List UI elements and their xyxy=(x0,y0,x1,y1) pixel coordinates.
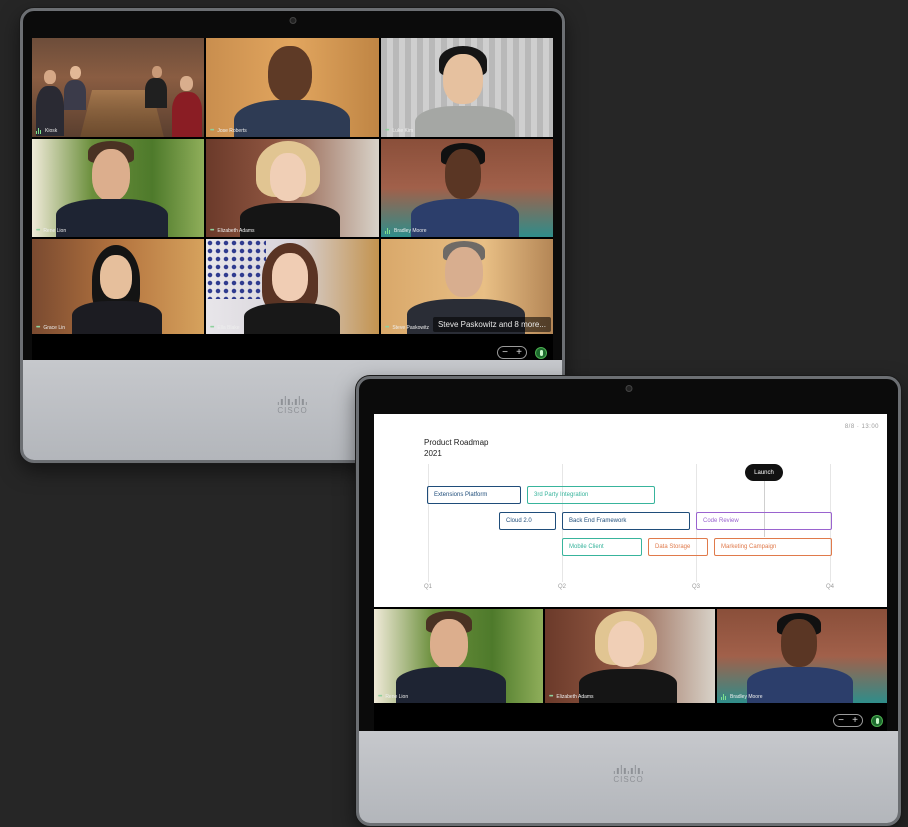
zoom-control[interactable]: − + xyxy=(497,346,527,359)
participant-video xyxy=(381,38,553,137)
video-tile-6[interactable]: Bradley Moore xyxy=(381,139,553,237)
speaking-indicator-icon xyxy=(385,228,390,234)
participant-name-tag: ••• Steve Paskowitz xyxy=(385,324,429,331)
video-tile-8[interactable]: ••• Ella Blake xyxy=(206,239,379,334)
participant-video xyxy=(545,609,715,703)
participant-video xyxy=(206,139,379,237)
video-tile-2[interactable]: ••• Jose Roberts xyxy=(206,38,379,137)
video-tile-5[interactable]: ••• Elizabeth Adams xyxy=(206,139,379,237)
more-options-icon[interactable]: ••• xyxy=(210,228,214,234)
roadmap-bar: Marketing Campaign xyxy=(714,538,832,556)
participant-name-tag: ••• Rene Lion xyxy=(378,693,409,700)
participant-name-tag: ••• Grace Lin xyxy=(36,324,65,331)
participant-name-tag: ••• Elizabeth Adams xyxy=(549,693,594,700)
participant-name-tag: ••• Jose Roberts xyxy=(210,127,247,134)
quarter-label-q3: Q3 xyxy=(691,584,701,590)
quarter-label-q2: Q2 xyxy=(557,584,567,590)
participant-name-tag: ••• Luke Kim xyxy=(385,127,414,134)
participant-video xyxy=(717,609,887,703)
minus-icon[interactable]: − xyxy=(838,715,844,726)
microphone-icon[interactable] xyxy=(535,346,547,359)
filmstrip-tile-1[interactable]: ••• Rene Lion xyxy=(374,609,543,703)
plus-icon[interactable]: + xyxy=(516,347,522,358)
gridline-q1 xyxy=(428,464,429,582)
participant-name-tag: ••• Elizabeth Adams xyxy=(210,227,255,234)
participant-group xyxy=(32,48,204,137)
call-controls: − + xyxy=(497,346,547,359)
more-options-icon[interactable]: ••• xyxy=(210,325,214,331)
call-controls: − + xyxy=(833,714,883,727)
participant-name-tag: Bradley Moore xyxy=(385,228,427,234)
more-options-icon[interactable]: ••• xyxy=(210,128,214,134)
camera-icon xyxy=(289,17,296,24)
cisco-bars-icon xyxy=(277,396,308,405)
participant-name-tag: Bradley Moore xyxy=(721,694,763,700)
participant-name-tag: ••• Ella Blake xyxy=(210,324,240,331)
launch-milestone: Launch xyxy=(745,464,783,481)
video-grid: Kiosk ••• Jose Roberts ••• Luke Kim ••• … xyxy=(32,38,553,363)
zoom-control[interactable]: − + xyxy=(833,714,863,727)
roadmap-bar: 3rd Party Integration xyxy=(527,486,655,504)
video-tile-4[interactable]: ••• Rene Lion xyxy=(32,139,204,237)
video-tile-7[interactable]: ••• Grace Lin xyxy=(32,239,204,334)
participant-video xyxy=(374,609,543,703)
filmstrip-tile-3[interactable]: Bradley Moore xyxy=(717,609,887,703)
more-options-icon[interactable]: ••• xyxy=(385,128,389,134)
more-options-icon[interactable]: ••• xyxy=(378,694,382,700)
cisco-wordmark: CISCO xyxy=(277,406,308,415)
participant-video xyxy=(32,139,204,237)
cisco-logo: CISCO xyxy=(277,396,308,415)
participant-video xyxy=(381,139,553,237)
speaker-grille: CISCO xyxy=(359,731,898,823)
device-bottom: 8/8 · 13:00 Product Roadmap 2021 Q1 Q2 Q… xyxy=(356,376,901,826)
speaking-indicator-icon xyxy=(36,128,41,134)
roadmap-bar: Code Review xyxy=(696,512,832,530)
speaking-indicator-icon xyxy=(721,694,726,700)
plus-icon[interactable]: + xyxy=(852,715,858,726)
roadmap-bar: Data Storage xyxy=(648,538,708,556)
quarter-label-q1: Q1 xyxy=(423,584,433,590)
overflow-participants-label[interactable]: Steve Paskowitz and 8 more... xyxy=(432,317,551,332)
shared-slide: 8/8 · 13:00 Product Roadmap 2021 Q1 Q2 Q… xyxy=(374,414,887,607)
participant-video xyxy=(206,38,379,137)
slide-page-number: 8/8 · 13:00 xyxy=(844,424,879,430)
more-options-icon[interactable]: ••• xyxy=(36,325,40,331)
cisco-wordmark: CISCO xyxy=(613,775,644,784)
quarter-label-q4: Q4 xyxy=(825,584,835,590)
video-tile-9[interactable]: ••• Steve Paskowitz Steve Paskowitz and … xyxy=(381,239,553,334)
minus-icon[interactable]: − xyxy=(502,347,508,358)
more-options-icon[interactable]: ••• xyxy=(36,228,40,234)
video-tile-3[interactable]: ••• Luke Kim xyxy=(381,38,553,137)
cisco-bars-icon xyxy=(613,765,644,774)
microphone-icon[interactable] xyxy=(871,714,883,727)
presentation-screen: 8/8 · 13:00 Product Roadmap 2021 Q1 Q2 Q… xyxy=(374,414,887,733)
camera-icon xyxy=(625,385,632,392)
more-options-icon[interactable]: ••• xyxy=(549,694,553,700)
participant-video xyxy=(32,239,204,334)
filmstrip-tile-2[interactable]: ••• Elizabeth Adams xyxy=(545,609,715,703)
slide-title: Product Roadmap 2021 xyxy=(424,438,489,459)
more-options-icon[interactable]: ••• xyxy=(385,325,389,331)
participant-video xyxy=(206,239,379,334)
participant-name-tag: ••• Rene Lion xyxy=(36,227,67,234)
roadmap-bar: Back End Framework xyxy=(562,512,690,530)
video-tile-1[interactable]: Kiosk xyxy=(32,38,204,137)
roadmap-bar: Mobile Client xyxy=(562,538,642,556)
participant-name-tag: Kiosk xyxy=(36,128,57,134)
cisco-logo: CISCO xyxy=(613,765,644,784)
roadmap-bar: Cloud 2.0 xyxy=(499,512,556,530)
roadmap-bar: Extensions Platform xyxy=(427,486,521,504)
